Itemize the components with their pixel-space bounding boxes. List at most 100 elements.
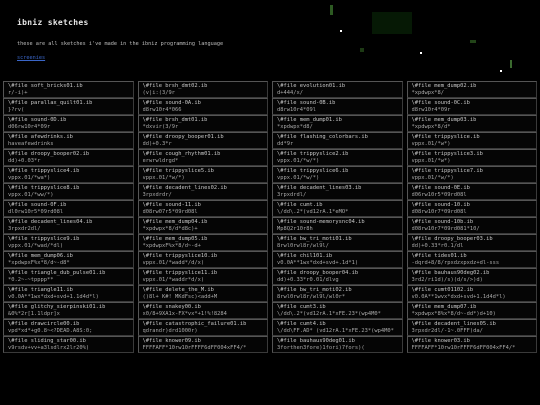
sketch-item[interactable]: \#file bw_tri_moti02.ib 8rwl0rwl8r/wl9l/w… [272, 285, 403, 302]
sketch-item[interactable]: \#file flashing_colorbars.ib dd*9r [272, 132, 403, 149]
sketch-item[interactable]: \#file mem_dump07.ib *xpdwpx*8%x*8/d~-dd*… [406, 302, 537, 319]
sketch-code: d08rw10r7*09rd08l [411, 209, 467, 215]
sketch-item[interactable]: \#file knower03.ib FFFFAFF*10rw10rFFFF6dF… [406, 336, 537, 353]
sketch-item[interactable]: \#file droopy_booper01.ib dd)+0.3*r [137, 132, 268, 149]
sketch-code: d06rw10r5*09rd08l [411, 192, 467, 198]
sketch-item[interactable]: \#file sound-0E.ib d06rw10r5*09rd08l [406, 183, 537, 200]
sketch-item[interactable]: \#file trippyslice5.ib vppx.01/*w/*) [137, 166, 268, 183]
sketch-item[interactable]: \#file cumt.ib \/dd\.2*(vd12rA.1*eMO* [272, 200, 403, 217]
sketch-filename: \#file mem_dump07.ib [411, 304, 477, 310]
sketch-code: vpd*xd*+g0.8~<?DEAD.A8S:0; [8, 328, 93, 334]
sketch-item[interactable]: \#file mem_dump01.ib *xpdwpx*d8/ [272, 115, 403, 132]
sketch-item[interactable]: \#file brsh_dmt01.ib *dxvir(3/9r [137, 115, 268, 132]
sketch-item[interactable]: \#file mem_dump03.ib *xpdwpx*8/d* [406, 115, 537, 132]
sketch-filename: \#file sound-10b.ib [411, 219, 474, 225]
sketch-item[interactable]: \#file trippyslice3.ib vppx.01/*w*) [406, 149, 537, 166]
sketch-item[interactable]: \#file droopy_booper02.ib dd)+0.03*r [3, 149, 134, 166]
sketch-item[interactable]: \#file mem_dump05.ib *xpdwpxF%x*8/d~-d+ [137, 234, 268, 251]
sketch-item[interactable]: \#file sound-0B.ib d8rw10r4*09l [272, 98, 403, 115]
sketch-code: Mp8Q2r10r8h [277, 226, 313, 232]
sketch-item[interactable]: \#file chil101.ib v0.0A**1wx*dxd+svd+.1d*… [272, 251, 403, 268]
sketch-item[interactable]: \#file sound-0D.ib d06rw10r4*09r [3, 115, 134, 132]
sketch-item[interactable]: \#file sound-11.ib d08rw07r5*09rd08l [137, 200, 268, 217]
sketch-item[interactable]: \#file droopy_booper04.ib dd)+0.33*r0.01/… [272, 268, 403, 285]
sketch-item[interactable]: \#file glitchy_sierpinski01.ib &0%*2r[1.1… [3, 302, 134, 319]
sketch-filename: \#file knower09.ib [142, 338, 201, 344]
sketch-item[interactable]: \#file sound-0C.ib d8rw10r4*09r [406, 98, 537, 115]
sketch-filename: \#file trippyslice9.ib [8, 236, 80, 242]
sketch-code: r/-i)+ [8, 90, 28, 96]
sketch-code: vppx.01/*wadd*/d/x) [142, 260, 205, 266]
sketch-item[interactable]: \#file trippyslice10.ib vppx.01/*wadd*/d/… [137, 251, 268, 268]
sketch-code: vppx.01/*waddr*d/x) [142, 277, 205, 283]
sketch-filename: \#file sound-0B.ib [277, 100, 336, 106]
screenies-link[interactable]: screenies [17, 55, 45, 61]
sketch-item[interactable]: \#file brsh_dmt02.ib (v|i:(3/9r [137, 81, 268, 98]
sketch-filename: \#file droopy_booper01.ib [142, 134, 224, 140]
sketch-filename: \#file decadent_lines02.ib [142, 185, 227, 191]
sketch-item[interactable]: \#file bw_tri_moti01.ib 8rwl0rwl8r/wl9l/ [272, 234, 403, 251]
sketch-item[interactable]: \#file sound-memorysnc04.ib Mp8Q2r10r8h [272, 217, 403, 234]
sketch-code: d8rw10r4*09r [411, 107, 451, 113]
page-description: these are all sketches i've made in the … [17, 41, 224, 47]
sketch-item[interactable]: \#file triangle_dub_pulse01.ib *0.2~-~tpp… [3, 268, 134, 285]
sketch-code: FFFFAFF*10rw10rFFFF6dFF004xFF4/* [142, 345, 247, 351]
sketch-item[interactable]: \#file cumt3.ib \/dd\.2*(vd12rA.1*xFE.23*… [272, 302, 403, 319]
sketch-code: \/dd\.2*(vd12rA.1*eMO* [277, 209, 349, 215]
sketch-item[interactable]: \#file catastrophic_failure01.ib qdrandr)… [137, 319, 268, 336]
sketch-item[interactable]: \#file droopy_booper03.ib dd)+0.33*r0.1/d… [406, 234, 537, 251]
sketch-item[interactable]: \#file drawcircle00.ib vpd*xd*+g0.8~<?DEA… [3, 319, 134, 336]
sketch-item[interactable]: \#file decadent_lines05.ib 3rpxdr2dl/-1~.… [406, 319, 537, 336]
sketch-code: *xpdwpx*8/d*d8c)+ [142, 226, 198, 232]
sketch-item[interactable]: \#file decadent_lines02.ib 3rpxdrdr/ [137, 183, 268, 200]
sketch-item[interactable]: \#file bauhaus90deg01.ib 3forthen3fore)1f… [272, 336, 403, 353]
sketch-item[interactable]: \#file cumt4.ib \/dd\FF.AD* (vd12rA.1*xFE… [272, 319, 403, 336]
sketch-filename: \#file mem_dump04.ib [142, 219, 208, 225]
sketch-filename: \#file trippyslice5.ib [142, 168, 214, 174]
sketch-item[interactable]: \#file knower09.ib FFFFAFF*10rw10rFFFF6dF… [137, 336, 268, 353]
sketch-item[interactable]: \#file sound-0A.ib d8rw10r4*066 [137, 98, 268, 115]
sketch-code: 3rpxdrdr/ [142, 192, 172, 198]
sketch-item[interactable]: \#file afewdrinks.ib haveafewdrinks [3, 132, 134, 149]
sketch-item[interactable]: \#file evolution01.ib d+444/x/ [272, 81, 403, 98]
sketch-item[interactable]: \#file cough_rhythm01.ib erwrwldrgd* [137, 149, 268, 166]
sketch-item[interactable]: \#file trippyslice2.ib vppx.01/*w/*) [272, 149, 403, 166]
sketch-item[interactable]: \#file trippyslice9.ib vppx.01/*wad/*dl) [3, 234, 134, 251]
sketch-item[interactable]: \#file trippyslice.ib vppx.01/*w*) [406, 132, 537, 149]
sketch-filename: \#file trippyslice4.ib [8, 168, 80, 174]
sketch-item[interactable]: \#file mem_dump06.ib *xpdwpxF%x*8/d~-d8* [3, 251, 134, 268]
sketch-code: vppx.01/*w/*) [277, 175, 320, 181]
sketch-filename: \#file bw_tri_moti01.ib [277, 236, 352, 242]
sketch-code: *xpdwpx*8/ [411, 90, 444, 96]
sketch-item[interactable]: \#file trippyslice8.ib vppx.01/*ww/*) [3, 183, 134, 200]
sketch-item[interactable]: \#file decadent_lines03.ib 3rpxdrdl/ [272, 183, 403, 200]
sketch-item[interactable]: \#file trippyslice11.ib vppx.01/*waddr*d/… [137, 268, 268, 285]
sketch-item[interactable]: \#file trippyslice4.ib vppx.01/*wa*) [3, 166, 134, 183]
sketch-item[interactable]: \#file trippyslice6.ib vppx.01/*w/*) [272, 166, 403, 183]
sketch-filename: \#file trippyslice7.ib [411, 168, 483, 174]
sketch-filename: \#file trippyslice3.ib [411, 151, 483, 157]
sketch-item[interactable]: \#file triangle11.ib v0.0A**1wx*dxd+svd+1… [3, 285, 134, 302]
sketch-item[interactable]: \#file decadent_lines04.ib 3rpxdr2dl/ [3, 217, 134, 234]
sketch-item[interactable]: \#file mem_dump02.ib *xpdwpx*8/ [406, 81, 537, 98]
sketch-grid: \#file soft_bricks01.ib r/-i)+ \#file brsh… [3, 81, 537, 353]
sketch-item[interactable]: \#file sliding_star00.ib v9rsdv+vv+a3lsdl… [3, 336, 134, 353]
sketch-item[interactable]: \#file delete_the_M.ib ()8l+ K#! MKdFsc)<… [137, 285, 268, 302]
sketch-item[interactable]: \#file soft_bricks01.ib r/-i)+ [3, 81, 134, 98]
sketch-item[interactable]: \#file sound-0F.ib dl0rw10r5*09rd08l [3, 200, 134, 217]
sketch-code: dd)+0.33*r0.1/dl [411, 243, 464, 249]
sketch-filename: \#file decadent_lines04.ib [8, 219, 93, 225]
sketch-filename: \#file trippyslice10.ib [142, 253, 218, 259]
sketch-item[interactable]: \#file cumt01102.ib v0.0A**1wvx*dxd+svd+1… [406, 285, 537, 302]
sketch-item[interactable]: \#file mem_dump04.ib *xpdwpx*8/d*d8c)+ [137, 217, 268, 234]
sketch-item[interactable]: \#file bauhaus90deg02.ib 3rd2/ri1d)/s)(d/… [406, 268, 537, 285]
sketch-filename: \#file mem_dump03.ib [411, 117, 477, 123]
sketch-item[interactable]: \#file parallax_quilt01.ib}?rv( [3, 98, 134, 115]
sketch-item[interactable]: \#file snakey00.ib x0/8+9XA1x-FX*vx*+1!%!… [137, 302, 268, 319]
sketch-item[interactable]: \#file tides01.ib -dqrd+8/8/rpxdzxpxdz+dl… [406, 251, 537, 268]
sketch-filename: \#file cumt3.ib [277, 304, 326, 310]
sketch-item[interactable]: \#file sound-10.ib d08rw10r7*09rd08l [406, 200, 537, 217]
sketch-filename: \#file brsh_dmt02.ib [142, 83, 208, 89]
sketch-item[interactable]: \#file trippyslice7.ib vppx.01/*w/*) [406, 166, 537, 183]
sketch-item[interactable]: \#file sound-10b.ib d08rw10r7*09rd081*10/ [406, 217, 537, 234]
